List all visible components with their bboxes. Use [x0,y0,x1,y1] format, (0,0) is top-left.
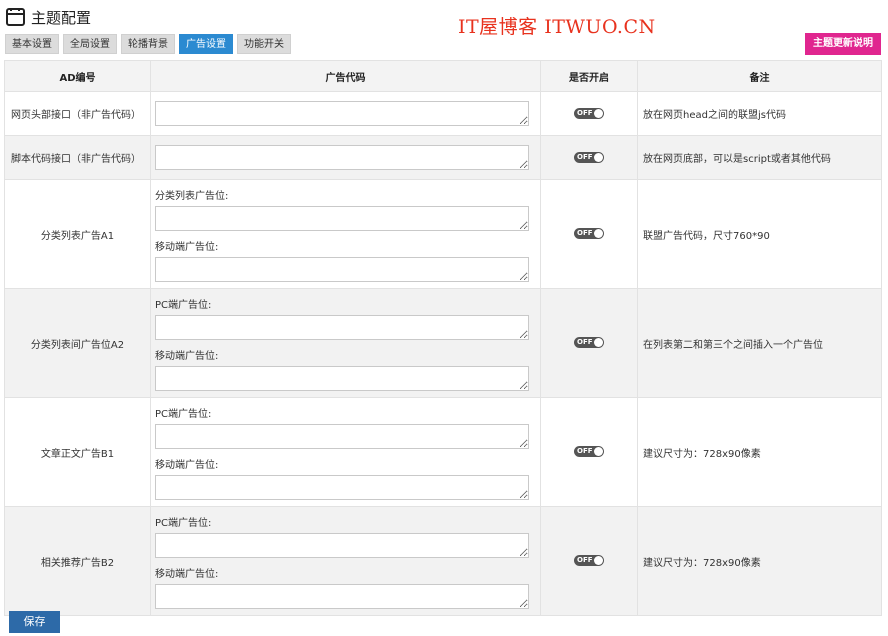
toggle-state-label: OFF [577,338,593,347]
toggle-state-label: OFF [577,229,593,238]
ad-name: 分类列表间广告位A2 [4,288,151,398]
ad-code-cell [150,91,541,136]
enable-toggle[interactable]: OFF [574,228,604,240]
enable-toggle[interactable]: OFF [574,107,604,119]
ad-name: 脚本代码接口（非广告代码） [4,135,151,180]
slot-label: 移动端广告位: [155,351,219,362]
table-row: 文章正文广告B1 PC端广告位: 移动端广告位: OFF 建议尺寸为：728x9… [4,397,882,507]
switch-cell: OFF [540,135,638,180]
mobile-ad-code-input[interactable] [155,257,529,282]
enable-toggle[interactable]: OFF [574,555,604,567]
mobile-ad-code-input[interactable] [155,475,529,500]
ad-code-cell [150,135,541,180]
toggle-knob [594,108,603,118]
toggle-state-label: OFF [577,108,593,117]
toggle-state-label: OFF [577,556,593,565]
slot-label: 移动端广告位: [155,569,219,580]
column-header-enabled: 是否开启 [540,60,638,92]
ad-name: 网页头部接口（非广告代码） [4,91,151,136]
settings-tabs: 基本设置 全局设置 轮播背景 广告设置 功能开关 [5,34,291,54]
ad-name: 文章正文广告B1 [4,397,151,507]
ad-settings-table: AD编号 广告代码 是否开启 备注 网页头部接口（非广告代码） OFF 放在网页… [4,60,882,616]
toggle-state-label: OFF [577,152,593,161]
switch-cell: OFF [540,179,638,289]
ad-note: 放在网页head之间的联盟js代码 [637,91,882,136]
toggle-state-label: OFF [577,447,593,456]
slot-label: 移动端广告位: [155,460,219,471]
table-row: 网页头部接口（非广告代码） OFF 放在网页head之间的联盟js代码 [4,91,882,136]
slot-label: 分类列表广告位: [155,191,229,202]
pc-ad-code-input[interactable] [155,424,529,449]
theme-update-notes-button[interactable]: 主题更新说明 [805,33,881,55]
toggle-knob [594,229,603,239]
category-ad-code-input[interactable] [155,206,529,231]
enable-toggle[interactable]: OFF [574,337,604,349]
column-header-note: 备注 [637,60,882,92]
switch-cell: OFF [540,397,638,507]
footer-script-input[interactable] [155,145,529,170]
save-button[interactable]: 保存 [9,611,60,633]
ad-name: 相关推荐广告B2 [4,506,151,616]
slot-label: PC端广告位: [155,300,212,311]
ad-note: 建议尺寸为：728x90像素 [637,397,882,507]
ad-code-cell: PC端广告位: 移动端广告位: [150,506,541,616]
mobile-ad-code-input[interactable] [155,366,529,391]
switch-cell: OFF [540,288,638,398]
tab-feature-switches[interactable]: 功能开关 [237,34,291,54]
slot-label: 移动端广告位: [155,242,219,253]
toggle-knob [594,338,603,348]
slot-label: PC端广告位: [155,518,212,529]
switch-cell: OFF [540,91,638,136]
watermark-text: IT屋博客 ITWUO.CN [458,16,656,38]
column-header-ad-code: 广告代码 [150,60,541,92]
ad-note: 放在网页底部，可以是script或者其他代码 [637,135,882,180]
toggle-knob [594,447,603,457]
header: 主题配置 [6,5,91,29]
ad-code-cell: 分类列表广告位: 移动端广告位: [150,179,541,289]
ad-name: 分类列表广告A1 [4,179,151,289]
toggle-knob [594,556,603,566]
table-row: 分类列表广告A1 分类列表广告位: 移动端广告位: OFF 联盟广告代码，尺寸7… [4,179,882,289]
enable-toggle[interactable]: OFF [574,151,604,163]
table-row: 相关推荐广告B2 PC端广告位: 移动端广告位: OFF 建议尺寸为：728x9… [4,506,882,616]
ad-code-cell: PC端广告位: 移动端广告位: [150,397,541,507]
table-row: 脚本代码接口（非广告代码） OFF 放在网页底部，可以是script或者其他代码 [4,135,882,180]
ad-note: 在列表第二和第三个之间插入一个广告位 [637,288,882,398]
ad-note: 建议尺寸为：728x90像素 [637,506,882,616]
toggle-knob [594,152,603,162]
header-code-input[interactable] [155,101,529,126]
tab-basic-settings[interactable]: 基本设置 [5,34,59,54]
tab-ad-settings[interactable]: 广告设置 [179,34,233,54]
slot-label: PC端广告位: [155,409,212,420]
pc-ad-code-input[interactable] [155,533,529,558]
switch-cell: OFF [540,506,638,616]
pc-ad-code-input[interactable] [155,315,529,340]
ad-code-cell: PC端广告位: 移动端广告位: [150,288,541,398]
column-header-ad-id: AD编号 [4,60,151,92]
window-icon [6,8,25,26]
page-title: 主题配置 [31,8,92,27]
tab-global-settings[interactable]: 全局设置 [63,34,117,54]
enable-toggle[interactable]: OFF [574,446,604,458]
tab-carousel-background[interactable]: 轮播背景 [121,34,175,54]
table-header-row: AD编号 广告代码 是否开启 备注 [4,60,882,92]
table-row: 分类列表间广告位A2 PC端广告位: 移动端广告位: OFF 在列表第二和第三个… [4,288,882,398]
mobile-ad-code-input[interactable] [155,584,529,609]
ad-note: 联盟广告代码，尺寸760*90 [637,179,882,289]
